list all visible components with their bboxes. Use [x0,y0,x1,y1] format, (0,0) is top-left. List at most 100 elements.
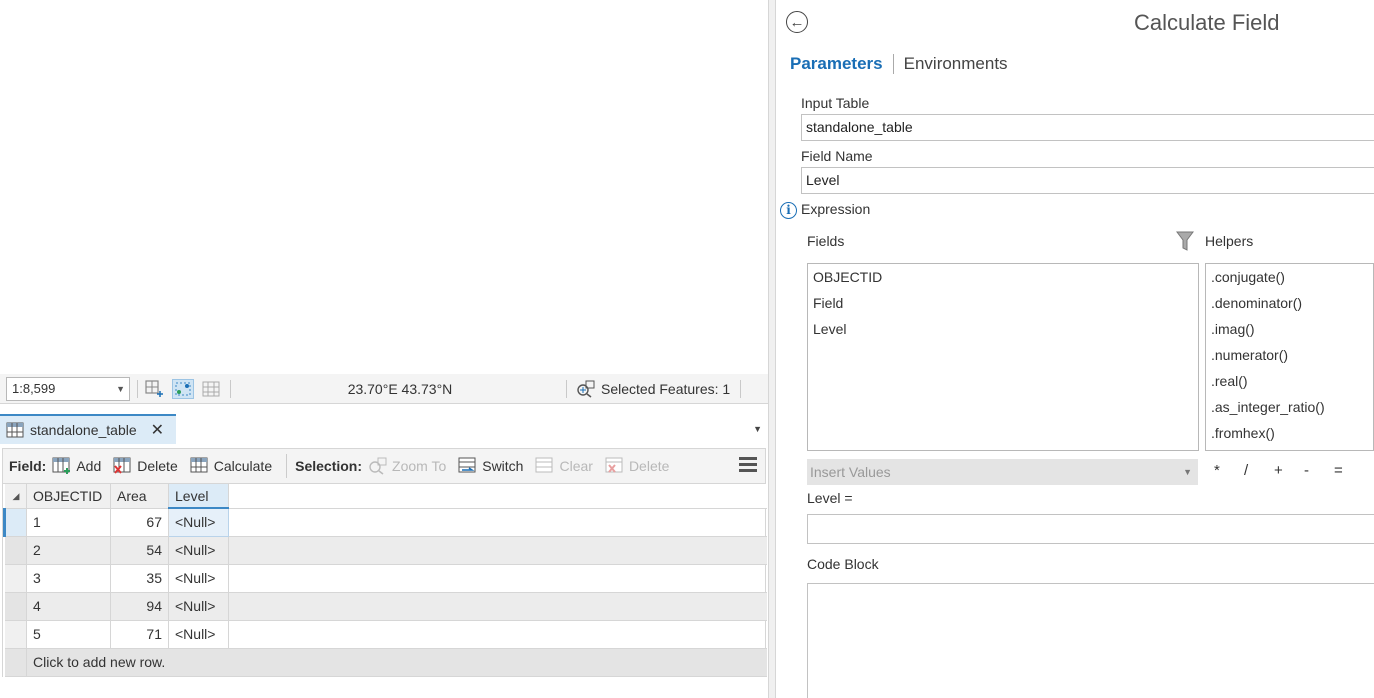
chevron-down-icon[interactable]: ▼ [753,424,762,434]
table-row[interactable]: 4 94 <Null> [4,592,767,621]
empty-cell [228,620,767,649]
row-selector[interactable] [4,620,27,649]
switch-label: Switch [482,458,524,474]
cell-level[interactable]: <Null> [168,507,229,537]
insert-values-dropdown[interactable]: Insert Values ▼ [807,459,1198,485]
divider [137,380,138,398]
switch-icon [458,457,476,473]
code-block-input[interactable] [807,583,1374,698]
add-row[interactable]: Click to add new row. [4,648,767,677]
list-item[interactable]: .denominator() [1206,290,1373,316]
map-view[interactable] [0,0,768,374]
add-field-button[interactable]: Add [52,457,101,475]
operator-buttons: * / + - = [1214,462,1364,479]
menu-icon[interactable] [739,457,757,475]
table-grid-icon[interactable] [200,379,222,399]
column-header-objectid[interactable]: OBJECTID [26,484,111,509]
snapping-icon[interactable] [172,379,194,399]
list-item[interactable]: .conjugate() [1206,264,1373,290]
chevron-down-icon: ▼ [1183,467,1192,477]
back-arrow-icon[interactable]: ← [786,11,808,33]
switch-selection-button[interactable]: Switch [458,457,523,475]
table-row[interactable]: 5 71 <Null> [4,620,767,649]
empty-cell [228,592,767,621]
list-item[interactable]: .imag() [1206,316,1373,342]
list-item[interactable]: OBJECTID [808,264,1198,290]
tool-title: Calculate Field [1134,10,1280,35]
insert-values-placeholder: Insert Values [810,464,891,480]
zoom-to-button[interactable]: Zoom To [368,457,446,475]
close-icon[interactable]: ✕ [151,420,164,440]
tab-environments[interactable]: Environments [904,54,1008,74]
map-status-bar: 1:8,599 ▼ 23.70°E 43.73°N Selected Featu… [0,374,768,404]
minus-button[interactable]: - [1304,462,1334,479]
table-row[interactable]: 2 54 <Null> [4,536,767,565]
cell-area[interactable]: 35 [110,564,169,593]
column-header-level[interactable]: Level [168,484,229,509]
cell-level[interactable]: <Null> [168,536,229,565]
table-corner[interactable]: ◢ [4,484,27,509]
filter-icon[interactable] [1176,230,1194,252]
selection-group-label: Selection: [295,458,363,474]
row-selector[interactable] [4,536,27,565]
cell-objectid[interactable]: 1 [26,508,111,537]
tab-standalone-table[interactable]: standalone_table ✕ [0,414,176,444]
coordinate-readout: 23.70°E 43.73°N [347,381,453,397]
cell-area[interactable]: 71 [110,620,169,649]
row-selector[interactable] [4,592,27,621]
pane-splitter[interactable] [768,0,776,698]
scale-selector[interactable]: 1:8,599 ▼ [6,377,130,401]
cell-objectid[interactable]: 4 [26,592,111,621]
delete-selection-button[interactable]: Delete [605,457,669,475]
table-row[interactable]: 3 35 <Null> [4,564,767,593]
list-item[interactable]: Field [808,290,1198,316]
list-item[interactable]: .real() [1206,368,1373,394]
cell-objectid[interactable]: 3 [26,564,111,593]
delete-rows-icon [605,457,623,473]
delete-label: Delete [137,458,178,474]
cell-area[interactable]: 94 [110,592,169,621]
cell-level[interactable]: <Null> [168,564,229,593]
list-item[interactable]: .numerator() [1206,342,1373,368]
tab-parameters[interactable]: Parameters [790,54,883,74]
calculate-field-button[interactable]: Calculate [190,457,272,475]
table-icon [6,422,24,438]
divide-button[interactable]: / [1244,462,1274,479]
delete-field-button[interactable]: Delete [113,457,178,475]
zoom-selected-icon [577,380,595,398]
field-name-field[interactable]: Level [801,167,1374,194]
expression-input[interactable] [807,514,1374,544]
grid-add-icon[interactable] [144,379,166,399]
equals-button[interactable]: = [1334,462,1364,479]
toolbar-divider [286,454,288,478]
table-toolbar: Field: Add Delete Calculate Selection: Z… [2,448,766,484]
selected-features-indicator[interactable]: Selected Features: 1 [576,379,730,399]
info-icon[interactable]: i [780,202,797,219]
input-table-field[interactable]: standalone_table [801,114,1374,141]
cell-level[interactable]: <Null> [168,592,229,621]
row-selector[interactable] [4,564,27,593]
table-row[interactable]: 1 67 <Null> [3,507,767,537]
cell-objectid[interactable]: 2 [26,536,111,565]
field-group-label: Field: [9,458,47,474]
column-header-area[interactable]: Area [110,484,169,509]
cell-area[interactable]: 67 [110,508,169,537]
plus-button[interactable]: + [1274,462,1304,479]
multiply-button[interactable]: * [1214,462,1244,479]
input-table-label: Input Table [801,95,870,111]
cell-area[interactable]: 54 [110,536,169,565]
gp-tabs: Parameters Environments [790,54,1008,74]
list-item[interactable]: .as_integer_ratio() [1206,394,1373,420]
code-block-label: Code Block [807,556,879,572]
cell-objectid[interactable]: 5 [26,620,111,649]
attribute-table: ◢ OBJECTID Area Level 1 67 <Null> 2 54 <… [2,484,767,677]
row-selector[interactable] [3,508,27,537]
clear-selection-button[interactable]: Clear [535,457,593,475]
list-item[interactable]: .fromhex() [1206,420,1373,446]
sel-delete-label: Delete [628,458,670,474]
calculate-icon [190,457,208,473]
add-row-prompt[interactable]: Click to add new row. [26,648,767,677]
list-item[interactable]: Level [808,316,1198,342]
cell-level[interactable]: <Null> [168,620,229,649]
geoprocessing-pane: ← Calculate Field Parameters Environment… [776,0,1374,698]
